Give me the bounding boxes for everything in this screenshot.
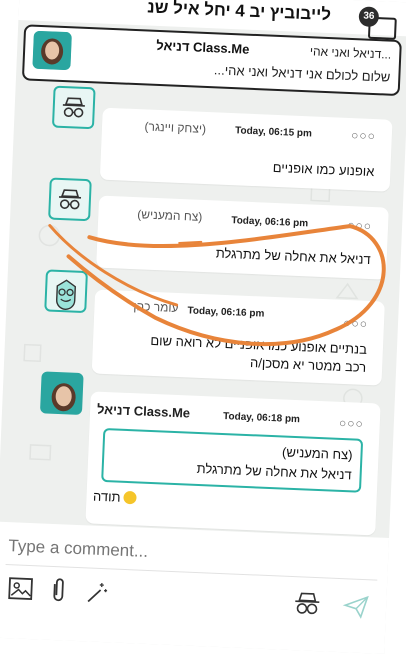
message-body: אופנוע כמו אופניים (272, 159, 375, 180)
message-time: Today, 06:16 pm (231, 215, 309, 230)
message-author: עומר כהן (133, 299, 179, 315)
message-author: (צח המעניש) (137, 207, 203, 224)
photo-frame: לייבוביץ יב 4 יחל איל שנ 36 Class.Me דני… (0, 0, 406, 660)
more-options-button[interactable]: ○○○ (339, 416, 364, 431)
image-icon[interactable] (6, 574, 35, 603)
message-body-line: רכב ממטר יא מסכן/ה (249, 355, 367, 375)
pinned-message[interactable]: Class.Me דניאל ...דניאל ואני אהי שלום לכ… (21, 24, 402, 97)
glasses-hat-icon (62, 97, 85, 118)
message-card[interactable]: Class.Me דניאל Today, 06:18 pm ○○○ (צח ה… (85, 391, 381, 536)
comment-input[interactable] (5, 530, 311, 575)
more-options-button[interactable]: ○○○ (343, 316, 368, 331)
message-feed[interactable]: (יצחק ויינגר) Today, 06:15 pm ○○○ אופנוע… (0, 84, 406, 536)
comment-composer (0, 521, 390, 654)
avatar (32, 30, 72, 71)
glasses-hat-icon[interactable] (290, 588, 325, 619)
message-body: דניאל את אחלה של מתרגלת (215, 245, 371, 268)
quoted-author: (צח המעניש) (281, 444, 353, 463)
pinned-preview: ...דניאל ואני אהי (309, 44, 392, 62)
avatar[interactable] (51, 85, 96, 130)
quoted-text: דניאל את אחלה של מתרגלת (196, 460, 352, 483)
message-card[interactable]: (צח המעניש) Today, 06:16 pm ○○○ דניאל את… (96, 195, 389, 280)
message-author: (יצחק ויינגר) (144, 119, 207, 136)
smiley-character-icon (56, 279, 76, 310)
avatar[interactable] (44, 269, 88, 314)
quoted-message[interactable]: (צח המעניש) דניאל את אחלה של מתרגלת (101, 427, 364, 493)
message-time: Today, 06:16 pm (187, 305, 265, 320)
paperclip-icon[interactable] (44, 576, 73, 605)
avatar[interactable] (48, 177, 92, 222)
message-card[interactable]: (יצחק ויינגר) Today, 06:15 pm ○○○ אופנוע… (99, 107, 393, 192)
profile-photo-icon (41, 373, 84, 416)
message-author: Class.Me דניאל (96, 401, 191, 421)
pinned-author: Class.Me דניאל (156, 37, 250, 57)
send-icon[interactable] (342, 592, 371, 619)
message-time: Today, 06:15 pm (234, 125, 313, 140)
message-card[interactable]: עומר כהן Today, 06:16 pm ○○○ בנתיים אופנ… (91, 289, 385, 386)
more-options-button[interactable]: ○○○ (347, 218, 372, 233)
notifications-button[interactable]: 36 (358, 6, 397, 40)
smile-emoji-icon (123, 490, 137, 505)
message-body-text: תודה (92, 488, 121, 505)
magic-wand-icon[interactable] (82, 577, 111, 606)
page-title: לייבוביץ יב 4 יחל איל שנ (146, 0, 332, 25)
profile-photo-icon (32, 30, 72, 71)
more-options-button[interactable]: ○○○ (351, 128, 376, 143)
avatar[interactable] (39, 371, 84, 416)
message-body: תודה (93, 488, 137, 508)
app-screen: לייבוביץ יב 4 יחל איל שנ 36 Class.Me דני… (0, 0, 406, 654)
glasses-hat-icon (58, 189, 82, 210)
pinned-text: שלום לכולם אני דניאל ואני אהי... (213, 62, 391, 85)
message-time: Today, 06:18 pm (222, 410, 301, 426)
